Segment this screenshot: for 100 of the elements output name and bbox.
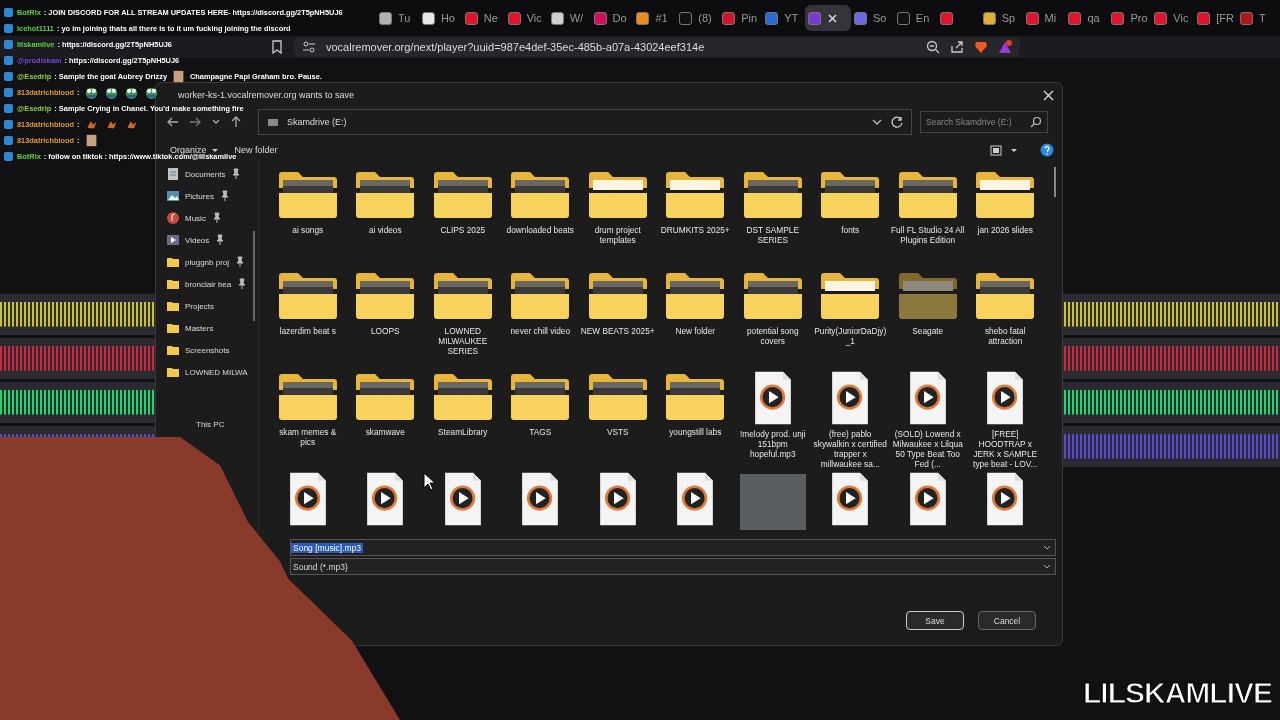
sidebar-item[interactable]: Documents: [156, 163, 258, 185]
sidebar-item[interactable]: Pictures: [156, 185, 258, 207]
folder-icon[interactable]: [819, 171, 882, 219]
save-button[interactable]: Save: [906, 611, 964, 630]
browser-tab[interactable]: [805, 5, 851, 31]
folder-icon[interactable]: [431, 373, 494, 421]
file-type-dropdown[interactable]: Sound (*.mp3): [290, 558, 1056, 575]
audio-file-icon[interactable]: [521, 472, 560, 526]
audio-file-icon[interactable]: [598, 472, 637, 526]
audio-file-icon[interactable]: [986, 472, 1025, 526]
folder-icon[interactable]: [896, 171, 959, 219]
browser-tab[interactable]: W/: [547, 5, 591, 31]
path-bar[interactable]: Skamdrive (E:): [258, 109, 912, 135]
folder-icon[interactable]: [431, 171, 494, 219]
browser-tab[interactable]: So: [850, 5, 894, 31]
video-thumbnail[interactable]: [739, 474, 806, 530]
folder-icon[interactable]: [586, 373, 649, 421]
folder-icon[interactable]: [276, 171, 339, 219]
up-arrow-icon[interactable]: [230, 115, 242, 129]
folder-icon[interactable]: [741, 171, 804, 219]
folder-icon[interactable]: [354, 272, 417, 320]
audio-file-icon[interactable]: [831, 371, 870, 425]
cancel-button[interactable]: Cancel: [978, 611, 1036, 630]
audio-file-icon[interactable]: [753, 371, 792, 425]
audio-file-icon[interactable]: [288, 472, 327, 526]
sidebar-item[interactable]: Screenshots: [156, 339, 258, 361]
sidebar-item[interactable]: pluggnb proj: [156, 251, 258, 273]
folder-icon[interactable]: [974, 272, 1037, 320]
audio-file-icon[interactable]: [986, 371, 1025, 425]
file-name: jan 2026 slides: [976, 225, 1034, 235]
badge-icon: [4, 54, 14, 66]
dropdown-caret-icon[interactable]: [1043, 563, 1051, 570]
folder-icon[interactable]: [586, 171, 649, 219]
audio-file-icon[interactable]: [908, 371, 947, 425]
address-bar[interactable]: vocalremover.org/next/player?uuid=987e4def-35ec-485b-a07a-43024eef314e: [294, 37, 1020, 57]
browser-tab[interactable]: qa: [1065, 5, 1109, 31]
folder-icon[interactable]: [664, 373, 727, 421]
path-segment[interactable]: Skamdrive (E:): [287, 117, 347, 127]
folder-icon[interactable]: [509, 373, 572, 421]
browser-tab[interactable]: Ho: [418, 5, 462, 31]
audio-file-icon[interactable]: [676, 472, 715, 526]
folder-icon[interactable]: [819, 272, 882, 320]
close-icon[interactable]: [827, 12, 839, 24]
audio-file-icon[interactable]: [908, 472, 947, 526]
browser-tab[interactable]: Ne: [461, 5, 505, 31]
audio-file-icon[interactable]: [443, 472, 482, 526]
refresh-icon[interactable]: [891, 116, 903, 128]
forward-arrow-icon[interactable]: [188, 116, 202, 128]
browser-tab[interactable]: Sp: [979, 5, 1023, 31]
folder-icon[interactable]: [586, 272, 649, 320]
browser-tab[interactable]: #1: [633, 5, 677, 31]
sidebar-item[interactable]: Masters: [156, 317, 258, 339]
browser-tab[interactable]: En: [893, 5, 937, 31]
sidebar-item[interactable]: Videos: [156, 229, 258, 251]
folder-icon[interactable]: [354, 171, 417, 219]
share-icon[interactable]: [950, 40, 964, 54]
help-icon[interactable]: [1040, 143, 1054, 157]
sidebar-item[interactable]: This PC: [196, 413, 225, 435]
folder-icon[interactable]: [276, 373, 339, 421]
browser-tab[interactable]: Tu: [376, 5, 419, 31]
view-icon[interactable]: [990, 144, 1002, 156]
sidebar-item[interactable]: bronclair bea: [156, 273, 258, 295]
folder-icon[interactable]: [664, 171, 727, 219]
sidebar-item[interactable]: Music: [156, 207, 258, 229]
emote-icon: [84, 85, 98, 99]
bookmark-icon[interactable]: [270, 40, 284, 54]
dropdown-caret-icon[interactable]: [1043, 544, 1051, 551]
browser-tab[interactable]: YT: [762, 5, 806, 31]
audio-file-icon[interactable]: [831, 472, 870, 526]
folder-icon[interactable]: [354, 373, 417, 421]
file-name: SteamLibrary: [437, 427, 489, 437]
browser-tab[interactable]: (8): [676, 5, 720, 31]
folder-icon[interactable]: [741, 272, 804, 320]
browser-tab[interactable]: Pin: [719, 5, 763, 31]
shield-icon[interactable]: [974, 40, 988, 54]
zoom-icon[interactable]: [926, 40, 940, 54]
folder-icon[interactable]: [509, 171, 572, 219]
browser-tab[interactable]: Pro: [1108, 5, 1152, 31]
rewards-icon[interactable]: [998, 40, 1012, 54]
folder-icon[interactable]: [509, 272, 572, 320]
browser-tab[interactable]: Mi: [1022, 5, 1066, 31]
site-settings-icon[interactable]: [302, 40, 316, 54]
close-icon[interactable]: [1043, 89, 1054, 101]
search-field[interactable]: Search Skamdrive (E:): [920, 111, 1048, 133]
folder-icon[interactable]: [431, 272, 494, 320]
browser-tab[interactable]: Do: [590, 5, 634, 31]
folder-icon[interactable]: [664, 272, 727, 320]
sidebar-item[interactable]: LOWNED MILWA: [156, 361, 258, 383]
caret-icon[interactable]: [1010, 147, 1018, 153]
music-icon: [166, 211, 180, 225]
browser-tab[interactable]: T: [1237, 5, 1280, 31]
file-name-field[interactable]: Song [music].mp3: [290, 539, 1056, 556]
sidebar-item[interactable]: Projects: [156, 295, 258, 317]
back-arrow-icon[interactable]: [166, 116, 180, 128]
browser-tab[interactable]: [FR: [1194, 5, 1238, 31]
folder-icon[interactable]: [974, 171, 1037, 219]
browser-tab[interactable]: Vic: [1151, 5, 1195, 31]
folder-icon[interactable]: [276, 272, 339, 320]
browser-tab[interactable]: Vic: [504, 5, 548, 31]
audio-file-icon[interactable]: [366, 472, 405, 526]
